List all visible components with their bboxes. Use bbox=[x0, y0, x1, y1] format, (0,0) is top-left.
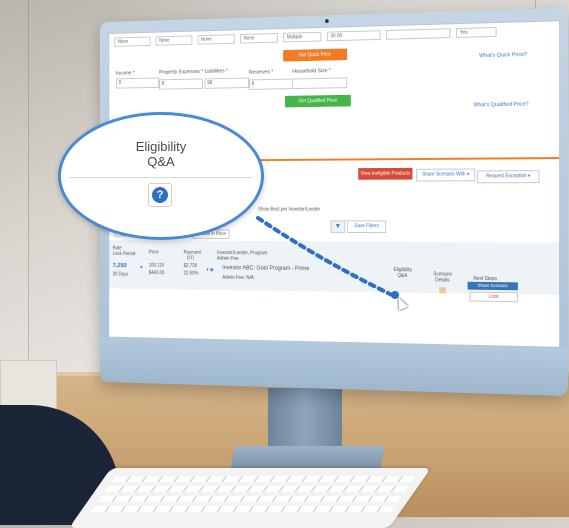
eligibility-qa-callout: Eligibility Q&A ? bbox=[58, 112, 264, 240]
qa-button[interactable]: ? bbox=[148, 183, 172, 207]
get-qualified-price-button[interactable]: Get Qualified Price bbox=[284, 94, 351, 108]
lock-button[interactable]: Lock bbox=[469, 291, 518, 303]
household-size-label: Household Size * bbox=[292, 68, 331, 75]
col-details: Details bbox=[435, 277, 450, 284]
income-label: Income * bbox=[116, 70, 135, 77]
whats-quick-price-link[interactable]: What's Quick Price? bbox=[479, 52, 527, 59]
row-rate[interactable]: 7.250 bbox=[113, 262, 127, 269]
key-row bbox=[97, 496, 402, 502]
share-scenario-row-button[interactable]: Share Scenario bbox=[467, 281, 518, 291]
row-price2: $460.00 bbox=[148, 270, 165, 277]
col-admin-fee: Admin Fee bbox=[217, 255, 239, 262]
select-1[interactable]: None bbox=[114, 36, 151, 47]
show-best-checkbox-label[interactable]: Show Best per Investor/Lender bbox=[258, 207, 320, 213]
info-icon[interactable]: ● bbox=[140, 265, 143, 271]
select-5[interactable]: Multiple bbox=[283, 31, 322, 43]
callout-divider bbox=[69, 177, 253, 178]
select-2[interactable]: None bbox=[155, 35, 193, 46]
row-admin: Admin Fee: N/A bbox=[222, 274, 254, 281]
filter-icon-button[interactable]: ▼ bbox=[330, 220, 346, 233]
whats-qualified-price-link[interactable]: What's Qualified Price? bbox=[473, 102, 528, 109]
property-expenses-label: Property Expenses * bbox=[159, 69, 204, 76]
row-price1: 100.115 bbox=[148, 262, 165, 269]
row-program[interactable]: Investor ABC: Gold Program - Prime bbox=[222, 265, 309, 272]
select-7[interactable] bbox=[386, 28, 451, 40]
row-dti: 22.60% bbox=[183, 270, 199, 277]
request-exception-button[interactable]: Request Exception ▾ bbox=[477, 170, 540, 184]
expand-icon[interactable]: ▾ ◉ bbox=[206, 267, 213, 273]
row-payment: $2,728 bbox=[183, 263, 197, 269]
col-lock-period: Lock Period bbox=[112, 251, 136, 258]
share-scenario-button[interactable]: Share Scenario With ▾ bbox=[416, 168, 476, 182]
callout-title-line2: Q&A bbox=[147, 154, 175, 169]
select-4[interactable]: None bbox=[240, 33, 278, 44]
select-6[interactable]: 30.00 bbox=[326, 30, 381, 42]
liabilities-label: Liabilities * bbox=[204, 68, 228, 75]
scenario-details-icon[interactable]: ▤ bbox=[439, 285, 446, 294]
view-ineligible-button[interactable]: View Ineligible Products bbox=[358, 167, 413, 180]
col-dti: DTI bbox=[187, 255, 195, 262]
get-quick-price-button[interactable]: Get Quick Price bbox=[283, 48, 348, 62]
key-row bbox=[104, 486, 409, 492]
key-row bbox=[90, 506, 395, 512]
liabilities-field[interactable]: 50 bbox=[204, 77, 250, 89]
reserves-field[interactable]: 0 bbox=[249, 78, 295, 90]
monitor-stand bbox=[268, 388, 342, 450]
callout-title-line1: Eligibility bbox=[135, 139, 187, 154]
save-filters-button[interactable]: Save Filters bbox=[347, 220, 387, 234]
row-lock: 30 Days bbox=[112, 271, 129, 278]
col-qa: Q&A bbox=[397, 273, 408, 280]
camera-dot bbox=[325, 19, 329, 24]
select-3[interactable]: None bbox=[197, 34, 235, 45]
callout-title: Eligibility Q&A bbox=[61, 139, 261, 169]
keyboard bbox=[68, 468, 432, 528]
question-icon: ? bbox=[152, 187, 168, 203]
key-row bbox=[111, 476, 416, 482]
wall-seam bbox=[28, 0, 29, 420]
reserves-label: Reserves * bbox=[249, 69, 274, 76]
property-expenses-field[interactable]: 0 bbox=[159, 78, 203, 90]
income-field[interactable]: 0 bbox=[116, 77, 160, 89]
household-size-field[interactable] bbox=[292, 77, 348, 90]
col-price: Price bbox=[148, 249, 159, 256]
select-tail[interactable]: Yes bbox=[456, 26, 497, 38]
filter-icon: ▼ bbox=[334, 223, 342, 230]
top-select-row: None None None None Multiple 30.00 Yes bbox=[114, 26, 497, 47]
